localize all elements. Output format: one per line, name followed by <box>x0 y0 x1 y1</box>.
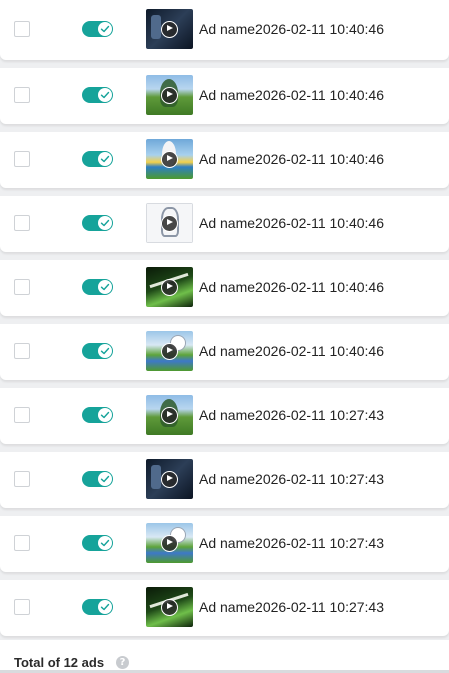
row-select-checkbox[interactable] <box>14 279 30 295</box>
ad-row[interactable]: Ad name2026-02-11 10:40:46 <box>0 0 449 60</box>
play-icon <box>161 20 178 38</box>
ad-name: Ad name2026-02-11 10:40:46 <box>199 151 384 167</box>
ad-name: Ad name2026-02-11 10:40:46 <box>199 279 384 295</box>
ad-name: Ad name2026-02-11 10:27:43 <box>199 599 384 615</box>
ad-row[interactable]: Ad name2026-02-11 10:27:43 <box>0 452 449 508</box>
row-select-checkbox[interactable] <box>14 599 30 615</box>
ad-status-toggle[interactable] <box>82 21 113 37</box>
ad-row[interactable]: Ad name2026-02-11 10:40:46 <box>0 68 449 124</box>
play-icon <box>161 342 178 360</box>
row-select-checkbox[interactable] <box>14 21 30 37</box>
ad-row[interactable]: Ad name2026-02-11 10:40:46 <box>0 132 449 188</box>
row-select-checkbox[interactable] <box>14 407 30 423</box>
video-thumbnail[interactable] <box>146 9 193 49</box>
ad-name: Ad name2026-02-11 10:40:46 <box>199 21 384 37</box>
ad-status-toggle[interactable] <box>82 215 113 231</box>
video-thumbnail[interactable] <box>146 139 193 179</box>
video-thumbnail[interactable] <box>146 267 193 307</box>
ad-row[interactable]: Ad name2026-02-11 10:27:43 <box>0 516 449 572</box>
check-icon <box>98 472 112 486</box>
check-icon <box>98 152 112 166</box>
play-icon <box>161 150 178 168</box>
check-icon <box>98 280 112 294</box>
check-icon <box>98 22 112 36</box>
video-thumbnail[interactable] <box>146 523 193 563</box>
ad-status-toggle[interactable] <box>82 343 113 359</box>
ad-status-toggle[interactable] <box>82 535 113 551</box>
video-thumbnail[interactable] <box>146 203 193 243</box>
check-icon <box>98 216 112 230</box>
play-icon <box>161 470 178 488</box>
video-thumbnail[interactable] <box>146 395 193 435</box>
total-count-label: Total of 12 ads <box>14 655 105 670</box>
check-icon <box>98 344 112 358</box>
video-thumbnail[interactable] <box>146 331 193 371</box>
play-icon <box>161 214 178 232</box>
table-footer: Total of 12 ads ? <box>0 640 449 673</box>
ad-name: Ad name2026-02-11 10:27:43 <box>199 407 384 423</box>
row-select-checkbox[interactable] <box>14 471 30 487</box>
ad-status-toggle[interactable] <box>82 279 113 295</box>
play-icon <box>161 534 178 552</box>
ad-row[interactable]: Ad name2026-02-11 10:40:46 <box>0 196 449 252</box>
play-icon <box>161 86 178 104</box>
ad-name: Ad name2026-02-11 10:40:46 <box>199 343 384 359</box>
ad-row[interactable]: Ad name2026-02-11 10:40:46 <box>0 260 449 316</box>
play-icon <box>161 278 178 296</box>
row-select-checkbox[interactable] <box>14 343 30 359</box>
ad-name: Ad name2026-02-11 10:27:43 <box>199 535 384 551</box>
ad-status-toggle[interactable] <box>82 87 113 103</box>
ad-status-toggle[interactable] <box>82 599 113 615</box>
check-icon <box>98 600 112 614</box>
ad-row[interactable]: Ad name2026-02-11 10:27:43 <box>0 388 449 444</box>
ad-name: Ad name2026-02-11 10:27:43 <box>199 471 384 487</box>
video-thumbnail[interactable] <box>146 75 193 115</box>
ad-status-toggle[interactable] <box>82 151 113 167</box>
ad-name: Ad name2026-02-11 10:40:46 <box>199 215 384 231</box>
ad-row[interactable]: Ad name2026-02-11 10:40:46 <box>0 324 449 380</box>
row-select-checkbox[interactable] <box>14 535 30 551</box>
question-circle-icon[interactable]: ? <box>116 656 129 669</box>
ad-row[interactable]: Ad name2026-02-11 10:27:43 <box>0 580 449 636</box>
ad-name: Ad name2026-02-11 10:40:46 <box>199 87 384 103</box>
play-icon <box>161 598 178 616</box>
check-icon <box>98 88 112 102</box>
check-icon <box>98 536 112 550</box>
ad-status-toggle[interactable] <box>82 407 113 423</box>
row-select-checkbox[interactable] <box>14 215 30 231</box>
video-thumbnail[interactable] <box>146 587 193 627</box>
ad-status-toggle[interactable] <box>82 471 113 487</box>
row-select-checkbox[interactable] <box>14 151 30 167</box>
check-icon <box>98 408 112 422</box>
row-select-checkbox[interactable] <box>14 87 30 103</box>
video-thumbnail[interactable] <box>146 459 193 499</box>
play-icon <box>161 406 178 424</box>
